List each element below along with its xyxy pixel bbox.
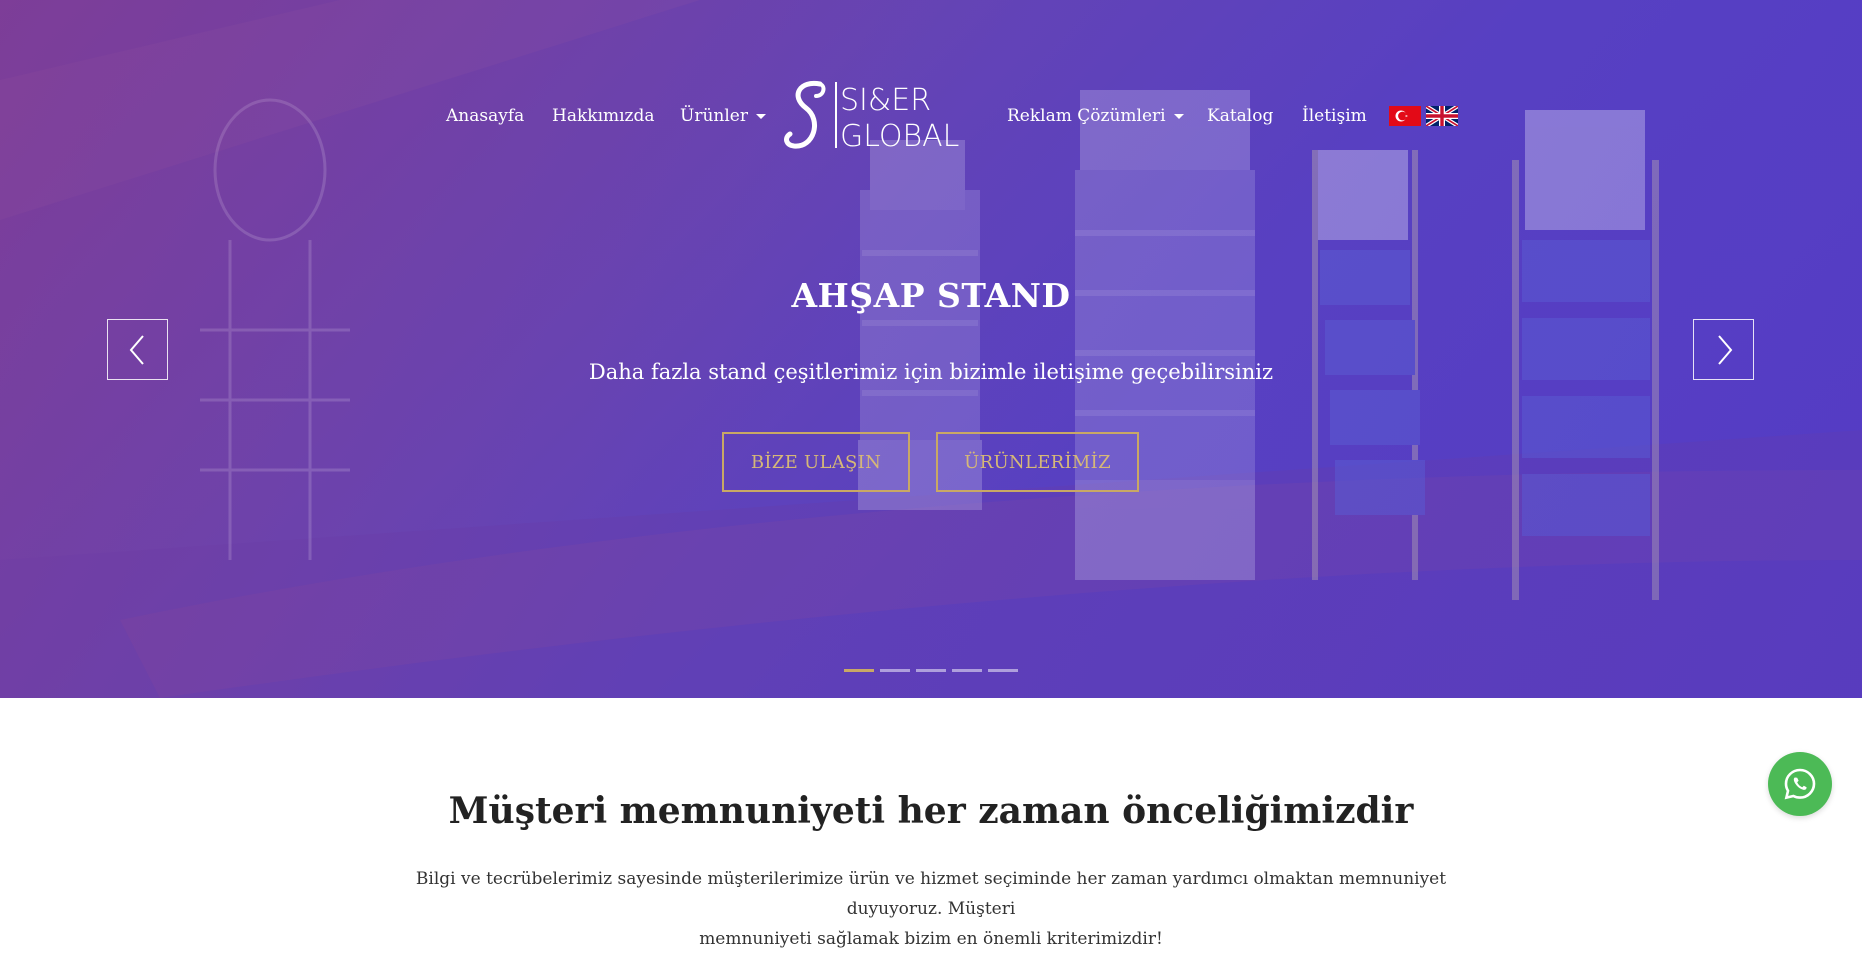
nav-item-urunler[interactable]: Ürünler [680,106,766,126]
site-logo[interactable]: SI&ER GLOBAL [780,74,990,156]
slider-dot-3[interactable] [916,669,946,672]
nav-label: İletişim [1302,106,1367,126]
slider-prev-button[interactable] [107,319,168,380]
nav-label: Katalog [1207,106,1274,126]
whatsapp-button[interactable] [1768,752,1832,816]
caret-down-icon [755,114,766,119]
section-title: Müşteri memnuniyeti her zaman önceliğimi… [448,790,1414,832]
slider-dot-2[interactable] [880,669,910,672]
slide-title: AHŞAP STAND [791,276,1071,315]
section-text-line: Bilgi ve tecrübelerimiz sayesinde müşter… [415,869,1447,919]
chevron-right-icon [1717,334,1732,365]
chevron-left-icon [129,334,144,365]
our-products-button[interactable]: ÜRÜNLERİMİZ [936,432,1139,492]
nav-item-iletisim[interactable]: İletişim [1302,106,1367,126]
nav-item-hakkimizda[interactable]: Hakkımızda [552,106,655,126]
turkish-flag-icon[interactable] [1389,106,1421,126]
nav-label: Reklam Çözümleri [1007,106,1166,126]
logo-text-line1: SI&ER [840,83,931,118]
hero-slider: Anasayfa Hakkımızda Ürünler SI&ER GLOBAL… [0,0,1862,698]
nav-label: Anasayfa [446,106,525,126]
slider-next-button[interactable] [1693,319,1754,380]
nav-item-anasayfa[interactable]: Anasayfa [446,106,524,126]
contact-us-button[interactable]: BİZE ULAŞIN [722,432,910,492]
slide-subtitle: Daha fazla stand çeşitlerimiz için bizim… [588,360,1274,384]
main-navigation: Anasayfa Hakkımızda Ürünler SI&ER GLOBAL… [0,70,1862,160]
nav-item-reklam-cozumleri[interactable]: Reklam Çözümleri [1007,106,1184,126]
nav-label: Hakkımızda [552,106,655,126]
section-text-line: memnuniyeti sağlamak bizim en önemli kri… [699,929,1163,949]
slider-dot-1[interactable] [844,669,874,672]
whatsapp-icon [1784,768,1816,800]
section-description: Bilgi ve tecrübelerimiz sayesinde müşter… [370,864,1492,954]
caret-down-icon [1173,114,1184,119]
nav-item-katalog[interactable]: Katalog [1207,106,1273,126]
uk-flag-icon[interactable] [1426,106,1458,126]
slider-dot-4[interactable] [952,669,982,672]
slider-dot-5[interactable] [988,669,1018,672]
nav-label: Ürünler [680,106,748,126]
slider-pagination [844,669,1019,673]
logo-text-line2: GLOBAL [840,119,959,154]
